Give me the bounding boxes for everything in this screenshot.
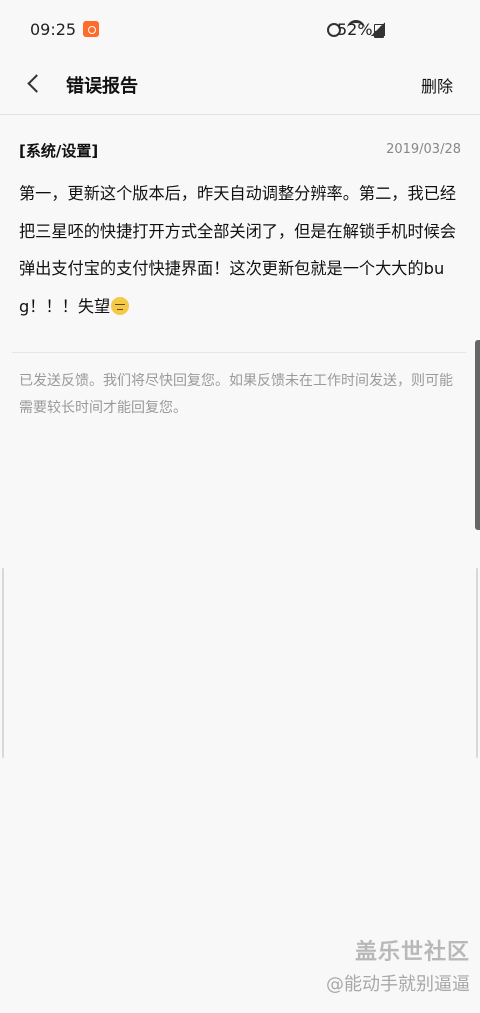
delete-button[interactable]: 删除	[421, 73, 453, 97]
battery-icon	[374, 24, 384, 38]
scrollbar-handle[interactable]	[475, 340, 480, 530]
report-body-text: 第一，更新这个版本后，昨天自动调整分辨率。第二，我已经把三星呸的快捷打开方式全部…	[19, 184, 457, 316]
edge-indicator-left	[2, 568, 4, 758]
status-time: 09:25	[30, 20, 77, 39]
report-date: 2019/03/28	[386, 142, 461, 157]
report-category: [系统/设置]	[19, 142, 99, 160]
watermark-title: 盖乐世社区	[354, 940, 470, 965]
status-bar: 09:25 52%	[0, 0, 480, 56]
app-header: 错误报告 删除	[0, 56, 480, 115]
watermark-user: @能动手就别逼逼	[326, 974, 470, 995]
samsung-members-icon	[83, 21, 99, 37]
report-body: 第一，更新这个版本后，昨天自动调整分辨率。第二，我已经把三星呸的快捷打开方式全部…	[19, 175, 461, 325]
divider	[12, 352, 466, 353]
back-arrow-icon[interactable]	[18, 69, 48, 99]
page-title: 错误报告	[66, 76, 138, 97]
edge-indicator-right	[476, 568, 478, 758]
battery-percentage: 52%	[337, 20, 373, 39]
feedback-note: 已发送反馈。我们将尽快回复您。如果反馈未在工作时间发送，则可能需要较长时间才能回…	[19, 373, 453, 416]
disappointed-face-icon	[111, 296, 130, 315]
